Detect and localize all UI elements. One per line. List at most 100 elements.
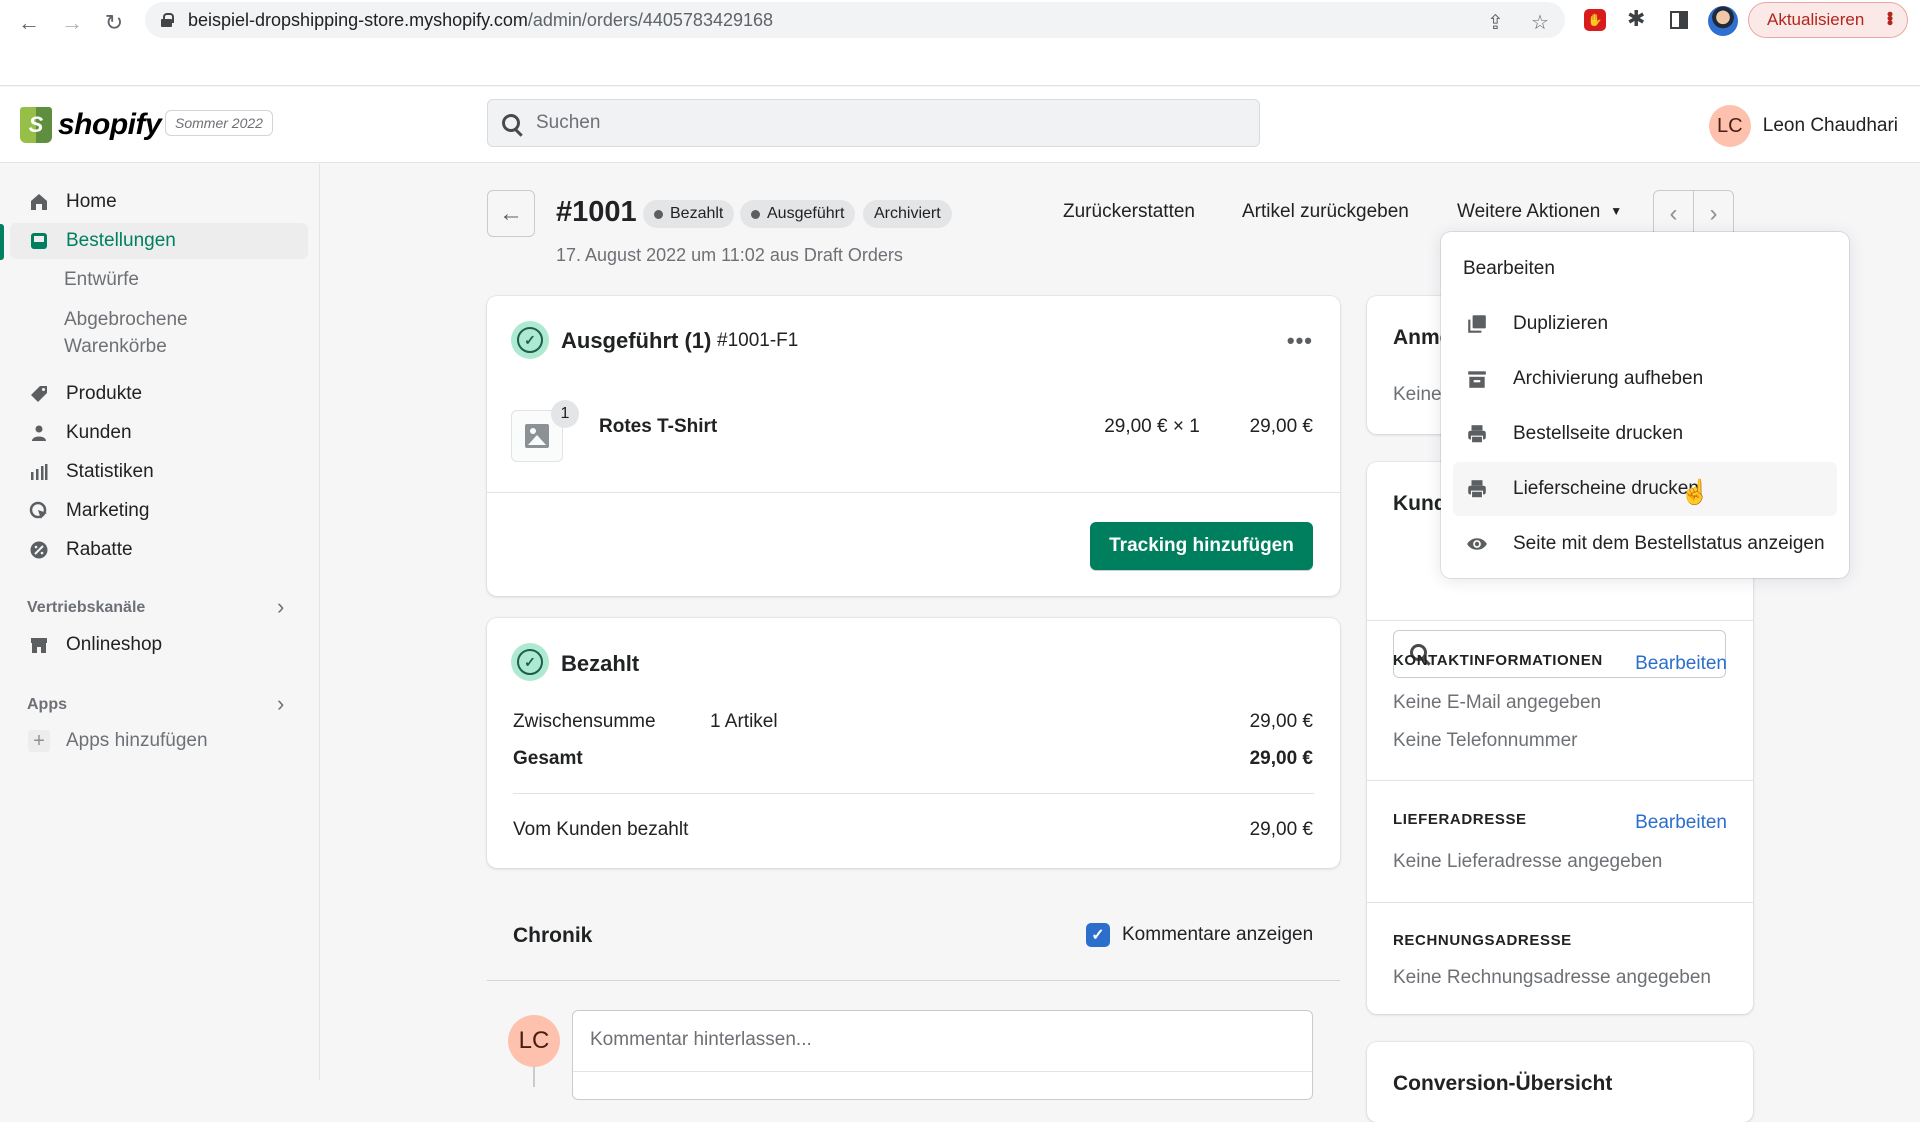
sidebar: Home Bestellungen Entwürfe Abgebrochene … xyxy=(0,164,320,1080)
browser-update-button[interactable]: Aktualisieren ••• xyxy=(1748,2,1908,38)
return-items-button[interactable]: Artikel zurückgeben xyxy=(1242,201,1409,223)
chevron-left-icon: ‹ xyxy=(1669,199,1678,227)
previous-order-button[interactable]: ‹ xyxy=(1654,191,1694,236)
fulfillment-title: Ausgeführt (1) xyxy=(561,328,712,353)
sidebar-item-onlineshop[interactable]: Onlineshop xyxy=(10,627,308,663)
shipping-heading: LIEFERADRESSE xyxy=(1393,811,1527,828)
billing-text: Keine Rechnungsadresse angegeben xyxy=(1393,967,1711,988)
url-path: /admin/orders/4405783429168 xyxy=(527,9,774,30)
sidebar-item-customers[interactable]: Kunden xyxy=(10,415,308,451)
share-icon[interactable]: ⇪ xyxy=(1487,10,1504,35)
sidebar-subitem-drafts[interactable]: Entwürfe xyxy=(64,266,139,293)
caret-down-icon: ▼ xyxy=(1610,204,1623,218)
side-panel-icon[interactable] xyxy=(1670,11,1688,29)
order-pager: ‹ › xyxy=(1653,190,1734,237)
menu-item-label: Bearbeiten xyxy=(1463,258,1555,279)
add-tracking-button[interactable]: Tracking hinzufügen xyxy=(1090,522,1313,570)
browser-reload-button[interactable]: ↻ xyxy=(97,6,131,40)
abandoned-line-2: Warenkörbe xyxy=(64,336,167,357)
conversion-title: Conversion-Übersicht xyxy=(1393,1072,1613,1095)
fulfilled-check-icon: ✓ xyxy=(511,321,549,359)
total-label: Gesamt xyxy=(513,748,583,769)
payment-title: Bezahlt xyxy=(561,651,640,676)
status-badge-paid: Bezahlt xyxy=(643,200,735,228)
back-button[interactable]: ← xyxy=(487,190,535,237)
more-actions-button[interactable]: Weitere Aktionen ▼ xyxy=(1457,201,1622,223)
abandoned-line-1: Abgebrochene xyxy=(64,309,188,330)
browser-profile-avatar[interactable] xyxy=(1708,6,1738,36)
unit-price: 29,00 € × 1 xyxy=(1104,416,1200,437)
status-badge-fulfilled: Ausgeführt xyxy=(740,200,856,228)
sidebar-item-label: Statistiken xyxy=(66,461,154,482)
checkmark-icon: ✓ xyxy=(1086,923,1110,947)
refund-button[interactable]: Zurückerstatten xyxy=(1063,201,1195,223)
menu-item-edit[interactable]: Bearbeiten xyxy=(1453,242,1837,296)
marketing-icon xyxy=(28,500,50,522)
payment-card: ✓ Bezahlt Zwischensumme 1 Artikel 29,00 … xyxy=(487,618,1340,868)
user-menu[interactable]: LC Leon Chaudhari xyxy=(1708,105,1898,147)
logo-text: shopify xyxy=(58,108,162,141)
analytics-icon xyxy=(28,461,50,483)
address-bar[interactable]: beispiel-dropshipping-store.myshopify.co… xyxy=(145,2,1565,38)
sidebar-item-analytics[interactable]: Statistiken xyxy=(10,454,308,490)
extensions-puzzle-icon[interactable]: ✱ xyxy=(1627,6,1645,32)
shopify-logo[interactable]: S shopify xyxy=(20,107,162,143)
adblock-extension-icon[interactable]: ✋ xyxy=(1584,9,1606,31)
shopify-bag-icon: S xyxy=(20,107,52,143)
sidebar-subitem-abandoned-carts[interactable]: Abgebrochene Warenkörbe xyxy=(64,306,188,360)
comment-box xyxy=(572,1010,1313,1100)
menu-item-print-order[interactable]: Bestellseite drucken xyxy=(1453,407,1837,461)
bookmark-star-icon[interactable]: ☆ xyxy=(1531,10,1549,35)
timeline-title: Chronik xyxy=(513,924,593,947)
next-order-button[interactable]: › xyxy=(1694,191,1733,236)
search-field[interactable] xyxy=(487,99,1260,147)
search-icon xyxy=(502,114,520,132)
sidebar-item-products[interactable]: Produkte xyxy=(10,376,308,412)
divider xyxy=(1367,780,1753,781)
product-name-link[interactable]: Rotes T-Shirt xyxy=(599,416,717,438)
browser-back-button[interactable]: ← xyxy=(12,6,46,40)
divider xyxy=(487,492,1340,493)
more-options-icon[interactable]: ••• xyxy=(1287,328,1313,354)
sidebar-item-orders[interactable]: Bestellungen xyxy=(10,223,308,259)
comment-input[interactable] xyxy=(590,1029,1290,1051)
show-comments-checkbox[interactable]: ✓ Kommentare anzeigen xyxy=(1086,923,1313,947)
browser-forward-button[interactable]: → xyxy=(55,6,89,40)
menu-item-label: Duplizieren xyxy=(1513,313,1609,334)
sidebar-item-marketing[interactable]: Marketing xyxy=(10,493,308,529)
menu-item-label: Bestellseite drucken xyxy=(1513,423,1684,444)
hand-pointer-cursor-icon: ☝ xyxy=(1680,479,1710,506)
menu-item-unarchive[interactable]: Archivierung aufheben xyxy=(1453,352,1837,406)
eye-icon xyxy=(1465,533,1489,555)
plus-icon: + xyxy=(28,730,50,752)
menu-item-view-order-status[interactable]: Seite mit dem Bestellstatus anzeigen xyxy=(1453,517,1837,571)
chevron-right-icon[interactable]: › xyxy=(277,594,284,620)
divider xyxy=(487,980,1340,981)
edit-shipping-link[interactable]: Bearbeiten xyxy=(1635,812,1727,834)
paid-check-icon: ✓ xyxy=(511,643,549,681)
paid-by-customer-label: Vom Kunden bezahlt xyxy=(513,819,689,840)
more-actions-dropdown: Bearbeiten Duplizieren Archivierung aufh… xyxy=(1441,232,1849,578)
sidebar-item-discounts[interactable]: Rabatte xyxy=(10,532,308,568)
sidebar-item-label: Onlineshop xyxy=(66,634,163,655)
contact-phone: Keine Telefonnummer xyxy=(1393,730,1578,751)
sidebar-item-add-apps[interactable]: + Apps hinzufügen xyxy=(10,723,308,759)
shipping-text: Keine Lieferadresse angegeben xyxy=(1393,851,1663,872)
menu-item-print-packing-slips[interactable]: Lieferscheine drucken xyxy=(1453,462,1837,516)
sidebar-item-home[interactable]: Home xyxy=(10,184,308,220)
archive-icon xyxy=(1465,368,1489,390)
browser-toolbar: ← → ↻ beispiel-dropshipping-store.myshop… xyxy=(0,0,1920,86)
search-input[interactable] xyxy=(536,112,1236,134)
user-avatar: LC xyxy=(1708,105,1751,147)
paid-by-customer-value: 29,00 € xyxy=(1249,819,1313,840)
chevron-right-icon[interactable]: › xyxy=(277,691,284,717)
sidebar-item-label: Kunden xyxy=(66,422,132,443)
subtotal-label: Zwischensumme xyxy=(513,711,656,732)
status-badge-archived: Archiviert xyxy=(863,200,952,228)
contact-heading: KONTAKTINFORMATIONEN xyxy=(1393,652,1603,669)
print-icon xyxy=(1465,478,1489,500)
order-subtitle: 17. August 2022 um 11:02 aus Draft Order… xyxy=(556,245,903,265)
menu-item-duplicate[interactable]: Duplizieren xyxy=(1453,297,1837,351)
edit-contact-link[interactable]: Bearbeiten xyxy=(1635,653,1727,675)
badge-label: Ausgeführt xyxy=(767,205,845,222)
